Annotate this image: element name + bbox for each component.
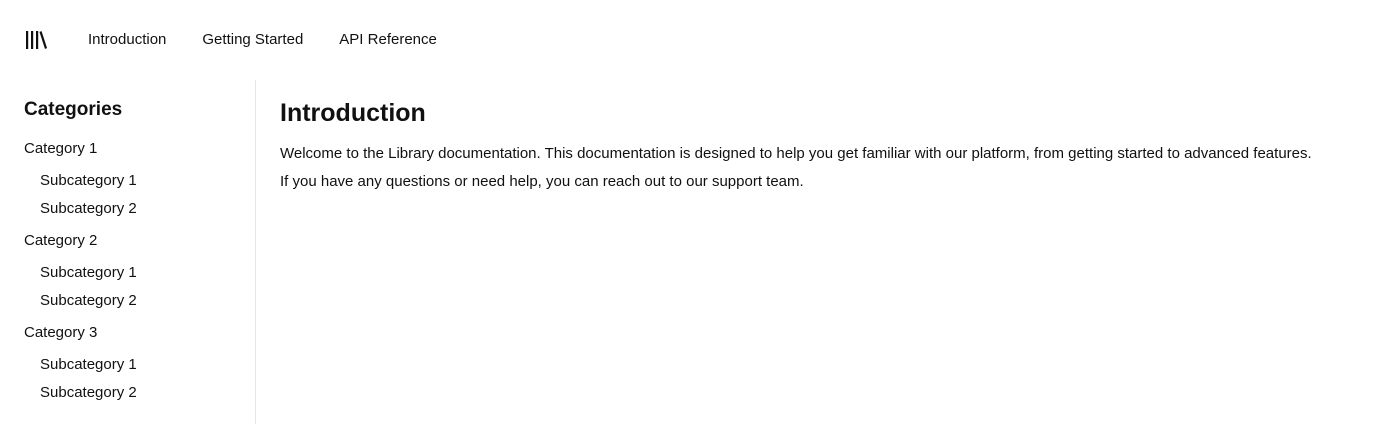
top-nav: Introduction Getting Started API Referen… [88,30,437,50]
subcategory-link[interactable]: Subcategory 1 [40,355,255,375]
category-item: Category 1 Subcategory 1 Subcategory 2 [24,139,255,219]
intro-paragraph: Welcome to the Library documentation. Th… [280,145,1312,162]
main-content: Introduction Welcome to the Library docu… [280,80,1360,196]
category-link[interactable]: Category 2 [24,231,255,251]
page-title: Introduction [280,99,426,127]
library-books-icon[interactable] [24,29,48,51]
category-item: Category 2 Subcategory 1 Subcategory 2 [24,231,255,311]
nav-link-getting-started[interactable]: Getting Started [202,30,303,50]
nav-link-introduction[interactable]: Introduction [88,30,166,50]
subcategory-list: Subcategory 1 Subcategory 2 [24,355,255,403]
subcategory-list: Subcategory 1 Subcategory 2 [24,171,255,219]
category-link[interactable]: Category 1 [24,139,255,159]
subcategory-link[interactable]: Subcategory 2 [40,291,255,311]
sidebar-title: Categories [24,99,123,120]
sidebar: Categories Category 1 Subcategory 1 Subc… [0,80,256,424]
category-list: Category 1 Subcategory 1 Subcategory 2 C… [24,139,255,403]
subcategory-link[interactable]: Subcategory 2 [40,199,255,219]
category-link[interactable]: Category 3 [24,323,255,343]
subcategory-link[interactable]: Subcategory 2 [40,383,255,403]
nav-link-api-reference[interactable]: API Reference [339,30,437,50]
subcategory-list: Subcategory 1 Subcategory 2 [24,263,255,311]
support-paragraph: If you have any questions or need help, … [280,173,804,190]
top-navigation-bar: Introduction Getting Started API Referen… [0,0,1376,80]
subcategory-link[interactable]: Subcategory 1 [40,263,255,283]
category-item: Category 3 Subcategory 1 Subcategory 2 [24,323,255,403]
subcategory-link[interactable]: Subcategory 1 [40,171,255,191]
